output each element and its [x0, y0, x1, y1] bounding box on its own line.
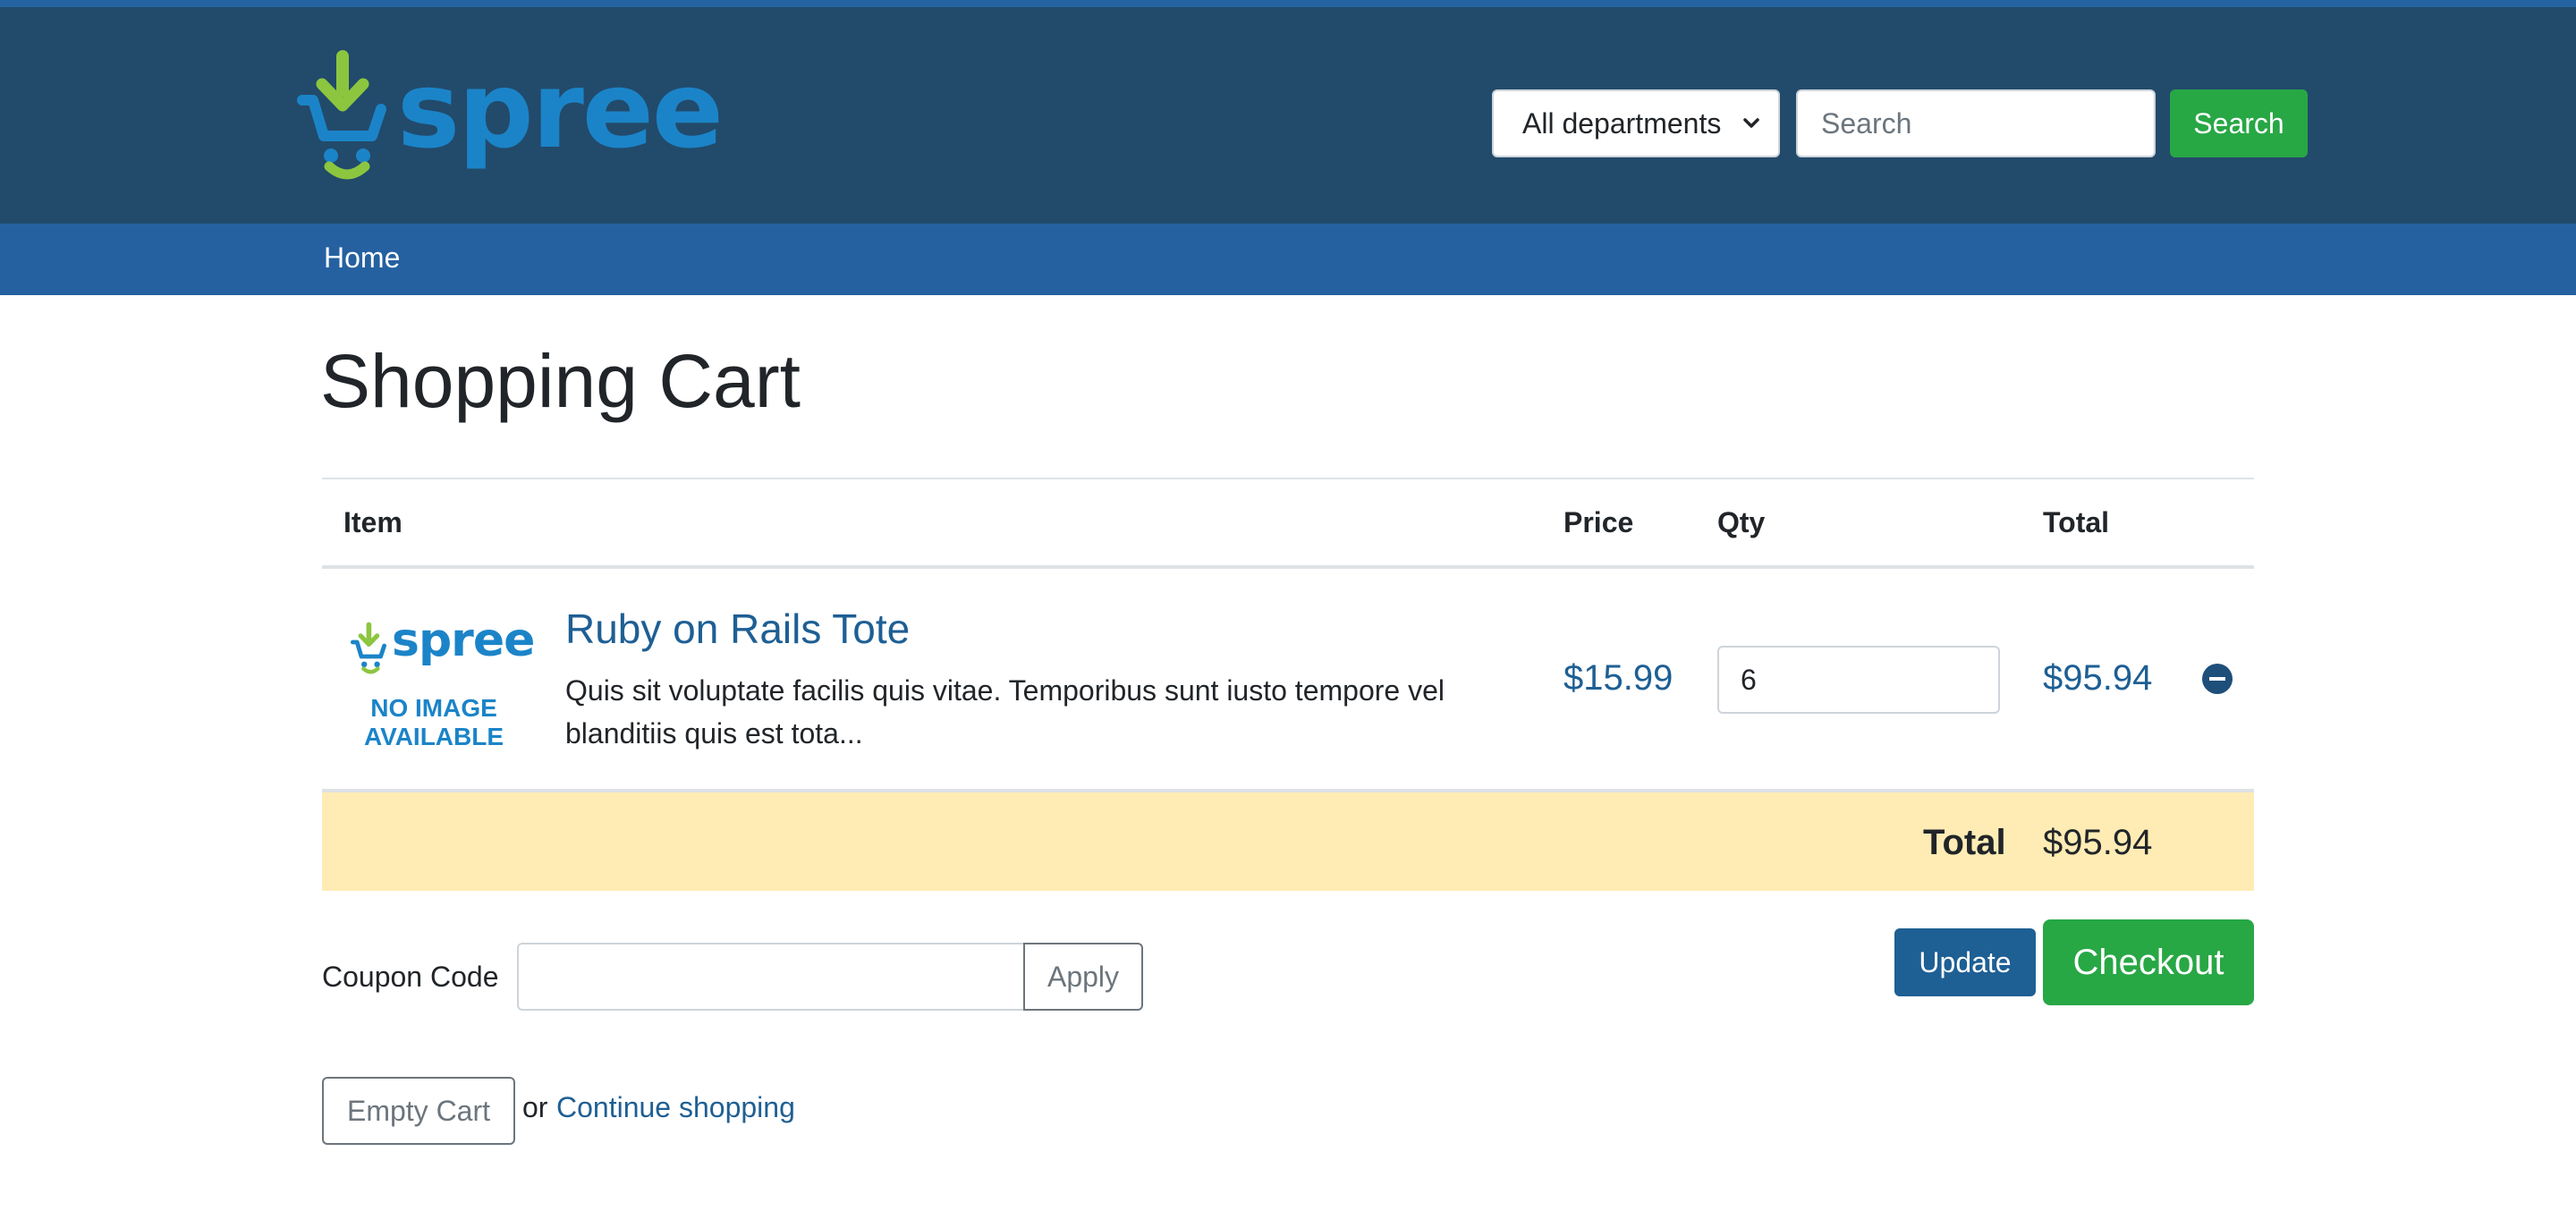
department-select[interactable]: All departments	[1492, 89, 1780, 157]
search-input[interactable]: Search	[1796, 89, 2156, 157]
checkout-button[interactable]: Checkout	[2043, 919, 2254, 1005]
remove-item-icon[interactable]	[2202, 664, 2233, 694]
empty-cart-button[interactable]: Empty Cart	[322, 1077, 515, 1145]
column-header-price: Price	[1563, 506, 1634, 538]
cart-total-value: $95.94	[2043, 823, 2153, 862]
chevron-down-icon	[1743, 118, 1759, 128]
no-image-label: NO IMAGE AVAILABLE	[349, 694, 519, 751]
coupon-code-input[interactable]	[517, 943, 1025, 1011]
product-description: Quis sit voluptate facilis quis vitae. T…	[565, 674, 1445, 749]
spree-cart-logo-icon	[297, 50, 386, 180]
logo-wordmark: spree	[397, 48, 724, 172]
site-header: spree All departments Search Search	[0, 0, 2576, 224]
coupon-code-label: Coupon Code	[322, 961, 499, 993]
spree-logo[interactable]: spree	[297, 47, 724, 181]
continue-shopping-link[interactable]: Continue shopping	[556, 1091, 795, 1124]
page-title: Shopping Cart	[320, 339, 801, 423]
cart-total-label: Total	[1923, 823, 2006, 862]
apply-coupon-button[interactable]: Apply	[1023, 943, 1143, 1011]
search-placeholder: Search	[1821, 106, 1912, 140]
no-image-line-1: NO IMAGE	[370, 694, 497, 722]
spree-cart-logo-icon	[351, 622, 386, 674]
column-header-qty: Qty	[1717, 506, 1766, 538]
nav-item-home[interactable]: Home	[324, 241, 400, 275]
quantity-value: 6	[1741, 663, 1757, 696]
department-select-value: All departments	[1522, 106, 1722, 140]
quantity-input[interactable]: 6	[1717, 646, 2000, 714]
update-cart-button[interactable]: Update	[1894, 928, 2036, 996]
line-total: $95.94	[2043, 658, 2153, 698]
cart-table-header: Item Price Qty Total	[322, 478, 2254, 569]
column-header-total: Total	[2043, 506, 2110, 538]
no-image-line-2: AVAILABLE	[363, 723, 504, 750]
search-button[interactable]: Search	[2170, 89, 2308, 157]
product-thumbnail[interactable]: spree NO IMAGE AVAILABLE	[349, 612, 535, 755]
product-name-link[interactable]: Ruby on Rails Tote	[565, 605, 910, 653]
cart-line-item: spree NO IMAGE AVAILABLE Ruby on Rails T…	[322, 569, 2254, 792]
main-nav: Home	[0, 224, 2576, 295]
or-separator: or	[522, 1091, 548, 1123]
column-header-item: Item	[343, 506, 402, 538]
cart-total-row: Total $95.94	[322, 792, 2254, 891]
unit-price: $15.99	[1563, 658, 1674, 698]
thumbnail-wordmark: spree	[392, 614, 535, 667]
